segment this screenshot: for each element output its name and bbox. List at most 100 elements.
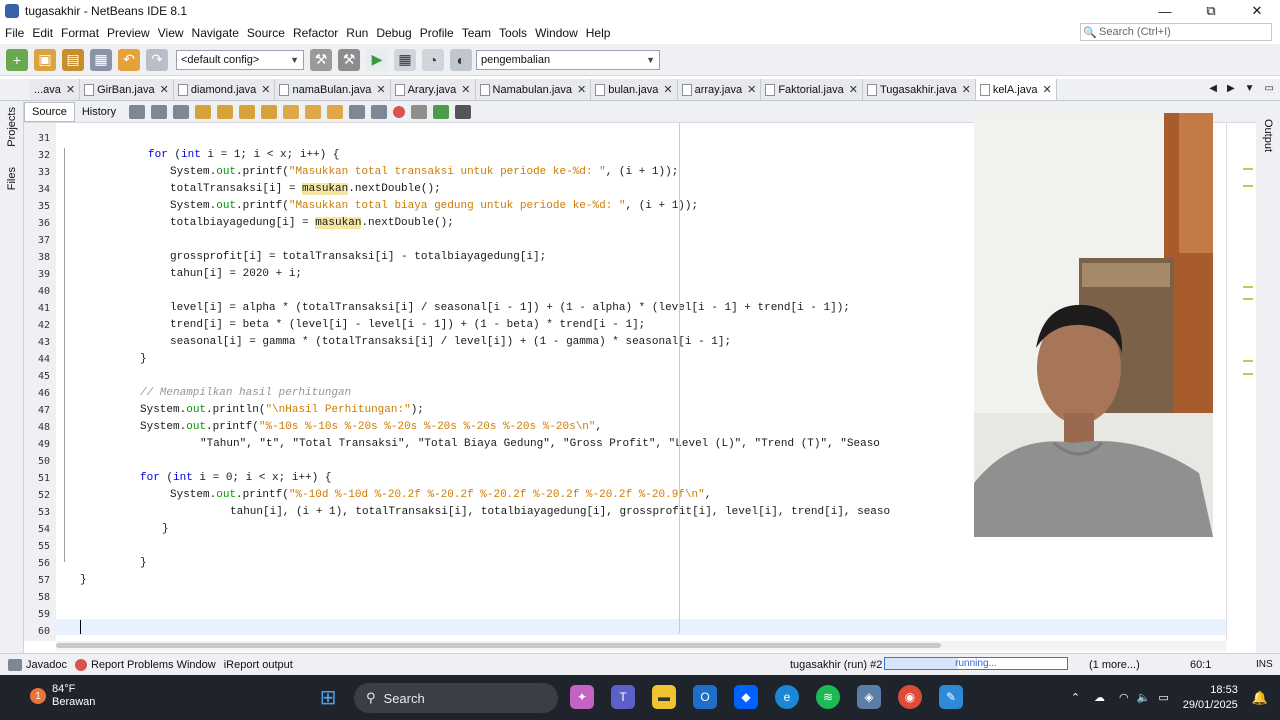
minimize-button[interactable]: —: [1142, 0, 1188, 22]
copilot-icon[interactable]: ✦: [570, 685, 594, 709]
output-panel-tab[interactable]: Output: [1262, 119, 1274, 152]
tab-file[interactable]: Namabulan.java ✕: [475, 79, 592, 100]
menu-team[interactable]: Team: [457, 26, 494, 40]
tab-file[interactable]: GirBan.java ✕: [80, 79, 174, 100]
tab-file[interactable]: namaBulan.java ✕: [275, 79, 391, 100]
chevron-up-icon[interactable]: ⌃: [1071, 691, 1080, 704]
previous-bookmark-icon[interactable]: [283, 104, 300, 119]
undo-icon[interactable]: ↶: [118, 48, 140, 71]
menu-help[interactable]: Help: [581, 26, 614, 40]
menu-format[interactable]: Format: [56, 26, 102, 40]
config-select[interactable]: <default config> ▼: [176, 49, 304, 70]
menu-file[interactable]: File: [0, 26, 27, 40]
toggle-highlight-icon[interactable]: [261, 104, 278, 119]
windows-start-icon[interactable]: ⊞: [316, 685, 340, 709]
shift-right-icon[interactable]: [371, 104, 388, 119]
menu-tools[interactable]: Tools: [494, 26, 530, 40]
stripe-mark[interactable]: [1243, 185, 1253, 187]
profile-icon[interactable]: ◔: [422, 48, 444, 71]
find-icon[interactable]: [195, 104, 212, 119]
save-all-icon[interactable]: ▦: [90, 48, 112, 71]
toggle-bookmark-icon[interactable]: [327, 104, 344, 119]
close-tab-icon[interactable]: ✕: [849, 83, 858, 96]
maximize-button[interactable]: ⧉: [1188, 0, 1234, 22]
cloud-alert-icon[interactable]: ☁: [1094, 691, 1105, 704]
tab-file[interactable]: Faktorial.java ✕: [761, 79, 863, 100]
menu-refactor[interactable]: Refactor: [288, 26, 341, 40]
menu-preview[interactable]: Preview: [102, 26, 153, 40]
build-icon[interactable]: ⚒: [310, 48, 332, 71]
tab-file[interactable]: diamond.java ✕: [173, 79, 276, 100]
menu-source[interactable]: Source: [242, 26, 288, 40]
menu-debug[interactable]: Debug: [371, 26, 414, 40]
run-icon[interactable]: ▶: [366, 48, 388, 71]
notifications-icon[interactable]: 🔔: [1252, 690, 1268, 706]
file-explorer-icon[interactable]: ▬: [652, 685, 676, 709]
redo-icon[interactable]: ↷: [146, 48, 168, 71]
menu-navigate[interactable]: Navigate: [187, 26, 242, 40]
menu-view[interactable]: View: [153, 26, 187, 40]
stripe-mark[interactable]: [1243, 360, 1253, 362]
scroll-tabs-right-icon[interactable]: ▶: [1227, 83, 1235, 94]
close-tab-icon[interactable]: ✕: [747, 83, 756, 96]
forward-icon[interactable]: [173, 104, 190, 119]
netbeans-taskbar-icon[interactable]: ◈: [857, 685, 881, 709]
progress-bar[interactable]: running...: [884, 657, 1068, 670]
apply-changes-icon[interactable]: ◐: [450, 48, 472, 71]
tab-source[interactable]: Source: [24, 101, 75, 122]
project-select[interactable]: pengembalian ▼: [476, 49, 660, 70]
stripe-mark[interactable]: [1243, 373, 1253, 375]
chrome-icon[interactable]: ◉: [898, 685, 922, 709]
javadoc-tab[interactable]: Javadoc: [8, 658, 67, 671]
close-tab-icon[interactable]: ✕: [577, 83, 586, 96]
menu-profile[interactable]: Profile: [415, 26, 457, 40]
spotify-icon[interactable]: ≋: [816, 685, 840, 709]
stripe-mark[interactable]: [1243, 168, 1253, 170]
paint-icon[interactable]: ✎: [939, 685, 963, 709]
volume-icon[interactable]: 🔈: [1137, 691, 1151, 704]
close-tab-icon[interactable]: ✕: [160, 83, 169, 96]
tab-file-active[interactable]: kelA.java ✕: [975, 79, 1057, 100]
stripe-mark[interactable]: [1243, 286, 1253, 288]
close-button[interactable]: ✕: [1234, 0, 1280, 22]
horizontal-scrollbar[interactable]: [56, 641, 1226, 651]
menu-edit[interactable]: Edit: [27, 26, 56, 40]
last-edit-icon[interactable]: [129, 104, 146, 119]
tab-file[interactable]: Tugasakhir.java ✕: [862, 79, 976, 100]
outlook-icon[interactable]: O: [693, 685, 717, 709]
close-tab-icon[interactable]: ✕: [962, 83, 971, 96]
more-tasks-link[interactable]: (1 more...): [1089, 659, 1140, 671]
shift-left-icon[interactable]: [349, 104, 366, 119]
stripe-mark[interactable]: [1243, 298, 1253, 300]
ireport-output-tab[interactable]: iReport output: [224, 659, 293, 671]
tab-file[interactable]: Arary.java ✕: [390, 79, 476, 100]
close-tab-icon[interactable]: ✕: [461, 83, 470, 96]
teams-icon[interactable]: T: [611, 685, 635, 709]
wifi-icon[interactable]: ◠: [1119, 691, 1129, 704]
comment-icon[interactable]: [433, 104, 450, 119]
clean-build-icon[interactable]: ⚒: [338, 48, 360, 71]
back-icon[interactable]: [151, 104, 168, 119]
search-input[interactable]: 🔍 Search (Ctrl+I): [1080, 23, 1272, 41]
close-tab-icon[interactable]: ✕: [1042, 83, 1051, 96]
new-project-icon[interactable]: ▣: [34, 48, 56, 71]
clock[interactable]: 18:53 29/01/2025: [1183, 683, 1238, 713]
menu-window[interactable]: Window: [530, 26, 581, 40]
close-tab-icon[interactable]: ✕: [376, 83, 385, 96]
files-panel-tab[interactable]: Files: [6, 167, 18, 190]
tab-file[interactable]: ...ava ✕: [30, 79, 81, 100]
close-tab-icon[interactable]: ✕: [66, 83, 75, 96]
tab-history[interactable]: History: [75, 102, 123, 122]
open-project-icon[interactable]: ▤: [62, 48, 84, 71]
stop-macro-icon[interactable]: [411, 104, 428, 119]
uncomment-icon[interactable]: [455, 104, 472, 119]
dropbox-icon[interactable]: ◆: [734, 685, 758, 709]
edge-icon[interactable]: e: [775, 685, 799, 709]
find-previous-icon[interactable]: [217, 104, 234, 119]
tab-file[interactable]: array.java ✕: [677, 79, 762, 100]
debug-icon[interactable]: ▦: [394, 48, 416, 71]
close-tab-icon[interactable]: ✕: [261, 83, 270, 96]
start-macro-icon[interactable]: [393, 105, 406, 118]
error-stripe[interactable]: [1226, 123, 1256, 641]
scroll-tabs-left-icon[interactable]: ◀: [1209, 83, 1217, 94]
